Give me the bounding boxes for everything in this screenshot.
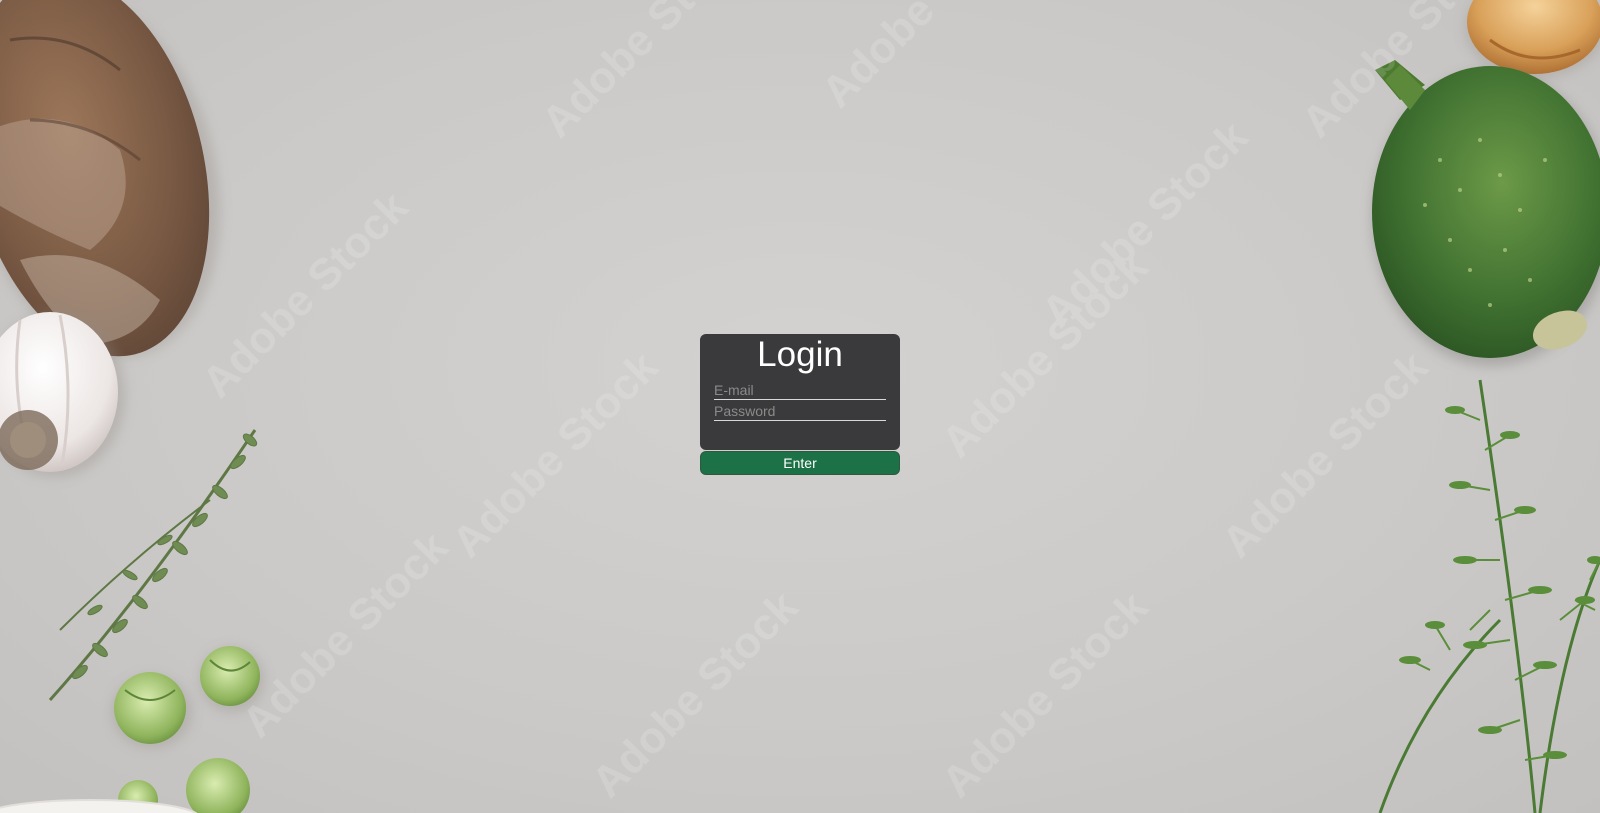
round-zucchini-image [1372,60,1600,366]
email-input[interactable] [714,381,886,400]
login-page: Adobe Stock Adobe Stock Adobe Stock Adob… [0,0,1600,813]
brussels-sprouts-image [112,646,264,813]
login-title: Login [757,335,843,374]
password-input[interactable] [714,402,886,421]
login-card: Login [700,334,900,450]
enter-button[interactable]: Enter [700,451,900,475]
bowl-edge-image [0,799,198,813]
carrot-greens-image [1378,379,1600,813]
